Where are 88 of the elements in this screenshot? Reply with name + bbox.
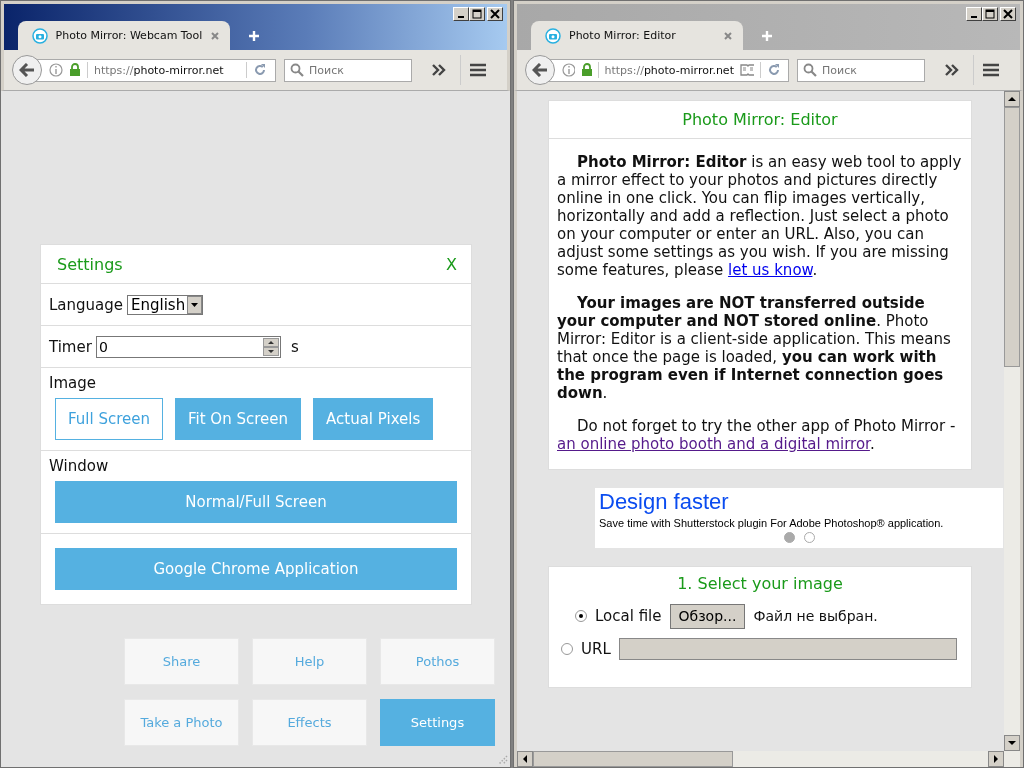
search-icon	[803, 62, 817, 77]
menu-icon[interactable]	[982, 63, 1000, 77]
card-title: 1. Select your image	[676, 574, 844, 593]
carousel-dot[interactable]	[803, 532, 815, 543]
lock-icon	[69, 63, 81, 77]
close-icon	[1003, 9, 1013, 19]
option-label: URL	[581, 640, 611, 658]
browse-button[interactable]: Обзор...	[669, 603, 746, 629]
back-button[interactable]	[525, 55, 555, 85]
back-arrow-icon	[19, 63, 35, 77]
app-button[interactable]: Pothos	[380, 638, 495, 685]
lock-icon	[580, 63, 592, 77]
overflow-icon[interactable]	[432, 64, 446, 76]
maximize-button[interactable]	[982, 7, 998, 21]
radio-button[interactable]	[561, 643, 573, 655]
close-tab-icon[interactable]	[723, 30, 733, 41]
close-icon	[490, 9, 500, 19]
maximize-icon	[985, 9, 995, 19]
panel-title: Settings	[57, 254, 123, 274]
address-bar[interactable]: https://photo-mirror.net	[36, 58, 276, 82]
intro-paragraph: Do not forget to try the other app of Photo Mirror - an online photo booth and a digital mirror.	[557, 417, 957, 453]
option-label: Local file	[595, 607, 662, 625]
text-link[interactable]: an online photo booth and a digital mirror	[557, 435, 870, 453]
language-dropdown[interactable]: English	[127, 294, 204, 315]
camera-icon	[545, 27, 561, 44]
scroll-down-icon[interactable]	[1004, 735, 1020, 751]
reload-icon[interactable]	[253, 63, 267, 77]
image-mode-button[interactable]: Actual Pixels	[313, 398, 434, 440]
app-button[interactable]: Settings	[380, 699, 495, 746]
section-label: Window	[49, 457, 110, 475]
browser-tab[interactable]: Photo Mirror: Editor	[531, 21, 743, 50]
app-button[interactable]: Take a Photo	[124, 699, 239, 746]
scroll-thumb[interactable]	[533, 751, 733, 767]
file-status: Файл не выбран.	[753, 608, 878, 624]
spinner-arrows-icon[interactable]	[262, 337, 279, 356]
menu-icon[interactable]	[469, 63, 487, 77]
close-button[interactable]	[487, 7, 503, 21]
maximize-button[interactable]	[469, 7, 485, 21]
search-icon	[290, 62, 304, 77]
resize-grip-icon[interactable]	[496, 753, 508, 765]
scroll-thumb[interactable]	[1004, 107, 1020, 367]
vertical-scrollbar[interactable]	[1004, 91, 1020, 751]
minimize-button[interactable]	[453, 7, 469, 21]
back-arrow-icon	[532, 63, 548, 77]
minimize-icon	[458, 16, 464, 18]
reader-view-icon[interactable]	[739, 64, 755, 76]
minimize-icon	[971, 16, 977, 18]
card-title: Photo Mirror: Editor	[549, 101, 971, 139]
search-field[interactable]: Поиск	[797, 58, 925, 82]
reload-icon[interactable]	[767, 63, 780, 77]
scroll-left-icon[interactable]	[517, 751, 533, 767]
unit-label: s	[290, 337, 299, 356]
minimize-button[interactable]	[966, 7, 982, 21]
chrome-app-button[interactable]: Google Chrome Application	[55, 548, 457, 590]
info-icon[interactable]	[49, 63, 63, 77]
back-button[interactable]	[12, 55, 42, 85]
intro-paragraph: Your images are NOT transferred outside your computer and NOT stored online. Photo Mirror: Editor is a client-side application. This means that once the page is loaded, you can work with the program even if Internet connection goes down.	[557, 294, 952, 402]
browser-tab[interactable]: Photo Mirror: Webcam Tool	[18, 21, 230, 50]
timer-input[interactable]: 0	[95, 335, 281, 358]
image-mode-button[interactable]: Full Screen	[55, 398, 163, 440]
new-tab-icon[interactable]	[248, 29, 260, 42]
carousel-dot[interactable]	[783, 532, 795, 543]
maximize-icon	[472, 9, 482, 19]
close-button[interactable]: X	[446, 254, 457, 274]
image-mode-button[interactable]: Fit On Screen	[175, 398, 301, 440]
intro-paragraph: Photo Mirror: Editor is an easy web tool to apply a mirror effect to your photos and pictures directly online in one click. You can flip images vertically, horizontally and add a reflection. Just select a photo on your computer or enter an URL. Also, you can adjust some settings as you wish. If you are missing some features, please let us know.	[557, 153, 963, 279]
search-field[interactable]: Поиск	[284, 58, 412, 82]
scroll-right-icon[interactable]	[988, 751, 1004, 767]
close-button[interactable]	[1000, 7, 1016, 21]
camera-icon	[32, 27, 48, 44]
address-bar[interactable]: https://photo-mirror.net	[549, 58, 789, 82]
app-button[interactable]: Effects	[252, 699, 367, 746]
radio-button[interactable]	[575, 610, 587, 622]
ad-text: Save time with Shutterstock plugin For Adobe Photoshop® application.	[599, 517, 945, 529]
field-label: Timer	[49, 337, 92, 356]
app-button[interactable]: Share	[124, 638, 239, 685]
horizontal-scrollbar[interactable]	[517, 751, 1020, 767]
text-link[interactable]: let us know	[728, 261, 813, 279]
ad-banner[interactable]: Design faster Save time with Shutterstock plugin For Adobe Photoshop® application.	[595, 488, 1003, 548]
ad-headline: Design faster	[599, 490, 730, 514]
field-label: Language	[49, 295, 124, 314]
overflow-icon[interactable]	[945, 64, 959, 76]
fullscreen-button[interactable]: Normal/Full Screen	[55, 481, 457, 523]
section-label: Image	[49, 374, 97, 392]
close-tab-icon[interactable]	[210, 30, 220, 41]
info-icon[interactable]	[562, 63, 575, 77]
app-button[interactable]: Help	[252, 638, 367, 685]
scroll-up-icon[interactable]	[1004, 91, 1020, 107]
